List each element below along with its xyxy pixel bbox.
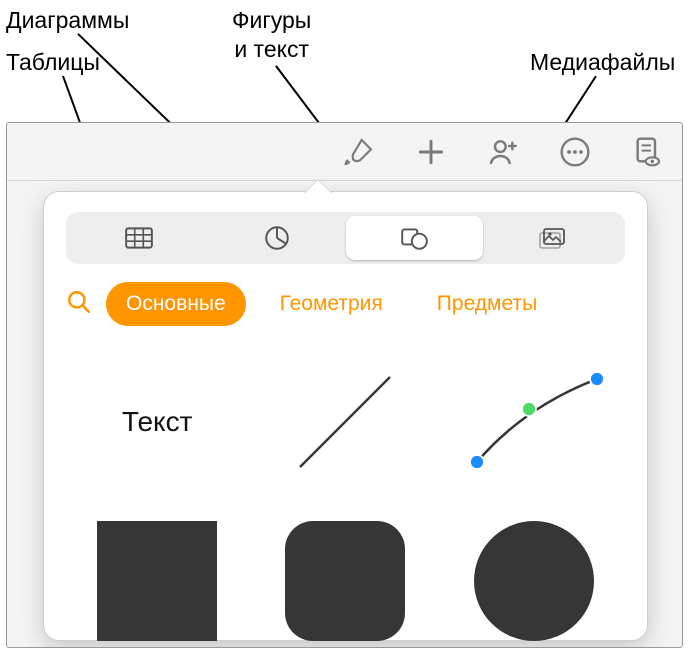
chart-icon xyxy=(262,224,292,252)
table-icon xyxy=(124,224,154,252)
curve-shape-icon xyxy=(459,367,609,477)
shapes-icon xyxy=(399,224,429,252)
format-button[interactable] xyxy=(336,132,382,172)
rounded-shape-icon xyxy=(285,521,405,641)
segment-tables[interactable] xyxy=(70,216,208,260)
more-button[interactable] xyxy=(552,132,598,172)
category-row: Основные Геометрия Предметы xyxy=(44,264,647,338)
shape-item-circle[interactable] xyxy=(455,513,613,648)
toolbar xyxy=(7,123,682,181)
app-window: Основные Геометрия Предметы Текст xyxy=(6,122,683,648)
insert-button[interactable] xyxy=(408,132,454,172)
shapes-grid: Текст xyxy=(44,338,647,648)
shape-item-rounded[interactable] xyxy=(266,513,424,648)
segment-charts[interactable] xyxy=(208,216,346,260)
collaborate-button[interactable] xyxy=(480,132,526,172)
segment-shapes[interactable] xyxy=(346,216,484,260)
media-icon xyxy=(537,224,567,252)
ellipsis-circle-icon xyxy=(559,136,591,168)
shape-item-curve[interactable] xyxy=(455,354,613,489)
category-basic[interactable]: Основные xyxy=(106,282,246,326)
segment-media[interactable] xyxy=(483,216,621,260)
square-shape-icon xyxy=(97,521,217,641)
plus-icon xyxy=(415,136,447,168)
text-label: Текст xyxy=(122,406,193,438)
callout-diagrams: Диаграммы xyxy=(6,6,129,35)
document-eye-icon xyxy=(631,136,663,168)
popover-arrow xyxy=(304,180,332,194)
line-shape-icon xyxy=(285,362,405,482)
brush-icon xyxy=(343,136,375,168)
circle-shape-icon xyxy=(474,521,594,641)
people-plus-icon xyxy=(487,136,519,168)
callout-media: Медиафайлы xyxy=(530,48,675,77)
callout-tables: Таблицы xyxy=(6,48,100,77)
search-button[interactable] xyxy=(66,289,92,320)
shape-item-text[interactable]: Текст xyxy=(78,354,236,489)
category-objects[interactable]: Предметы xyxy=(417,282,557,326)
view-document-button[interactable] xyxy=(624,132,670,172)
insert-popover: Основные Геометрия Предметы Текст xyxy=(43,191,648,641)
search-icon xyxy=(66,289,92,315)
category-geometry[interactable]: Геометрия xyxy=(260,282,403,326)
insert-type-segmented xyxy=(66,212,625,264)
shape-item-line[interactable] xyxy=(266,354,424,489)
callout-shapes-text: Фигуры и текст xyxy=(232,6,311,64)
shape-item-square[interactable] xyxy=(78,513,236,648)
